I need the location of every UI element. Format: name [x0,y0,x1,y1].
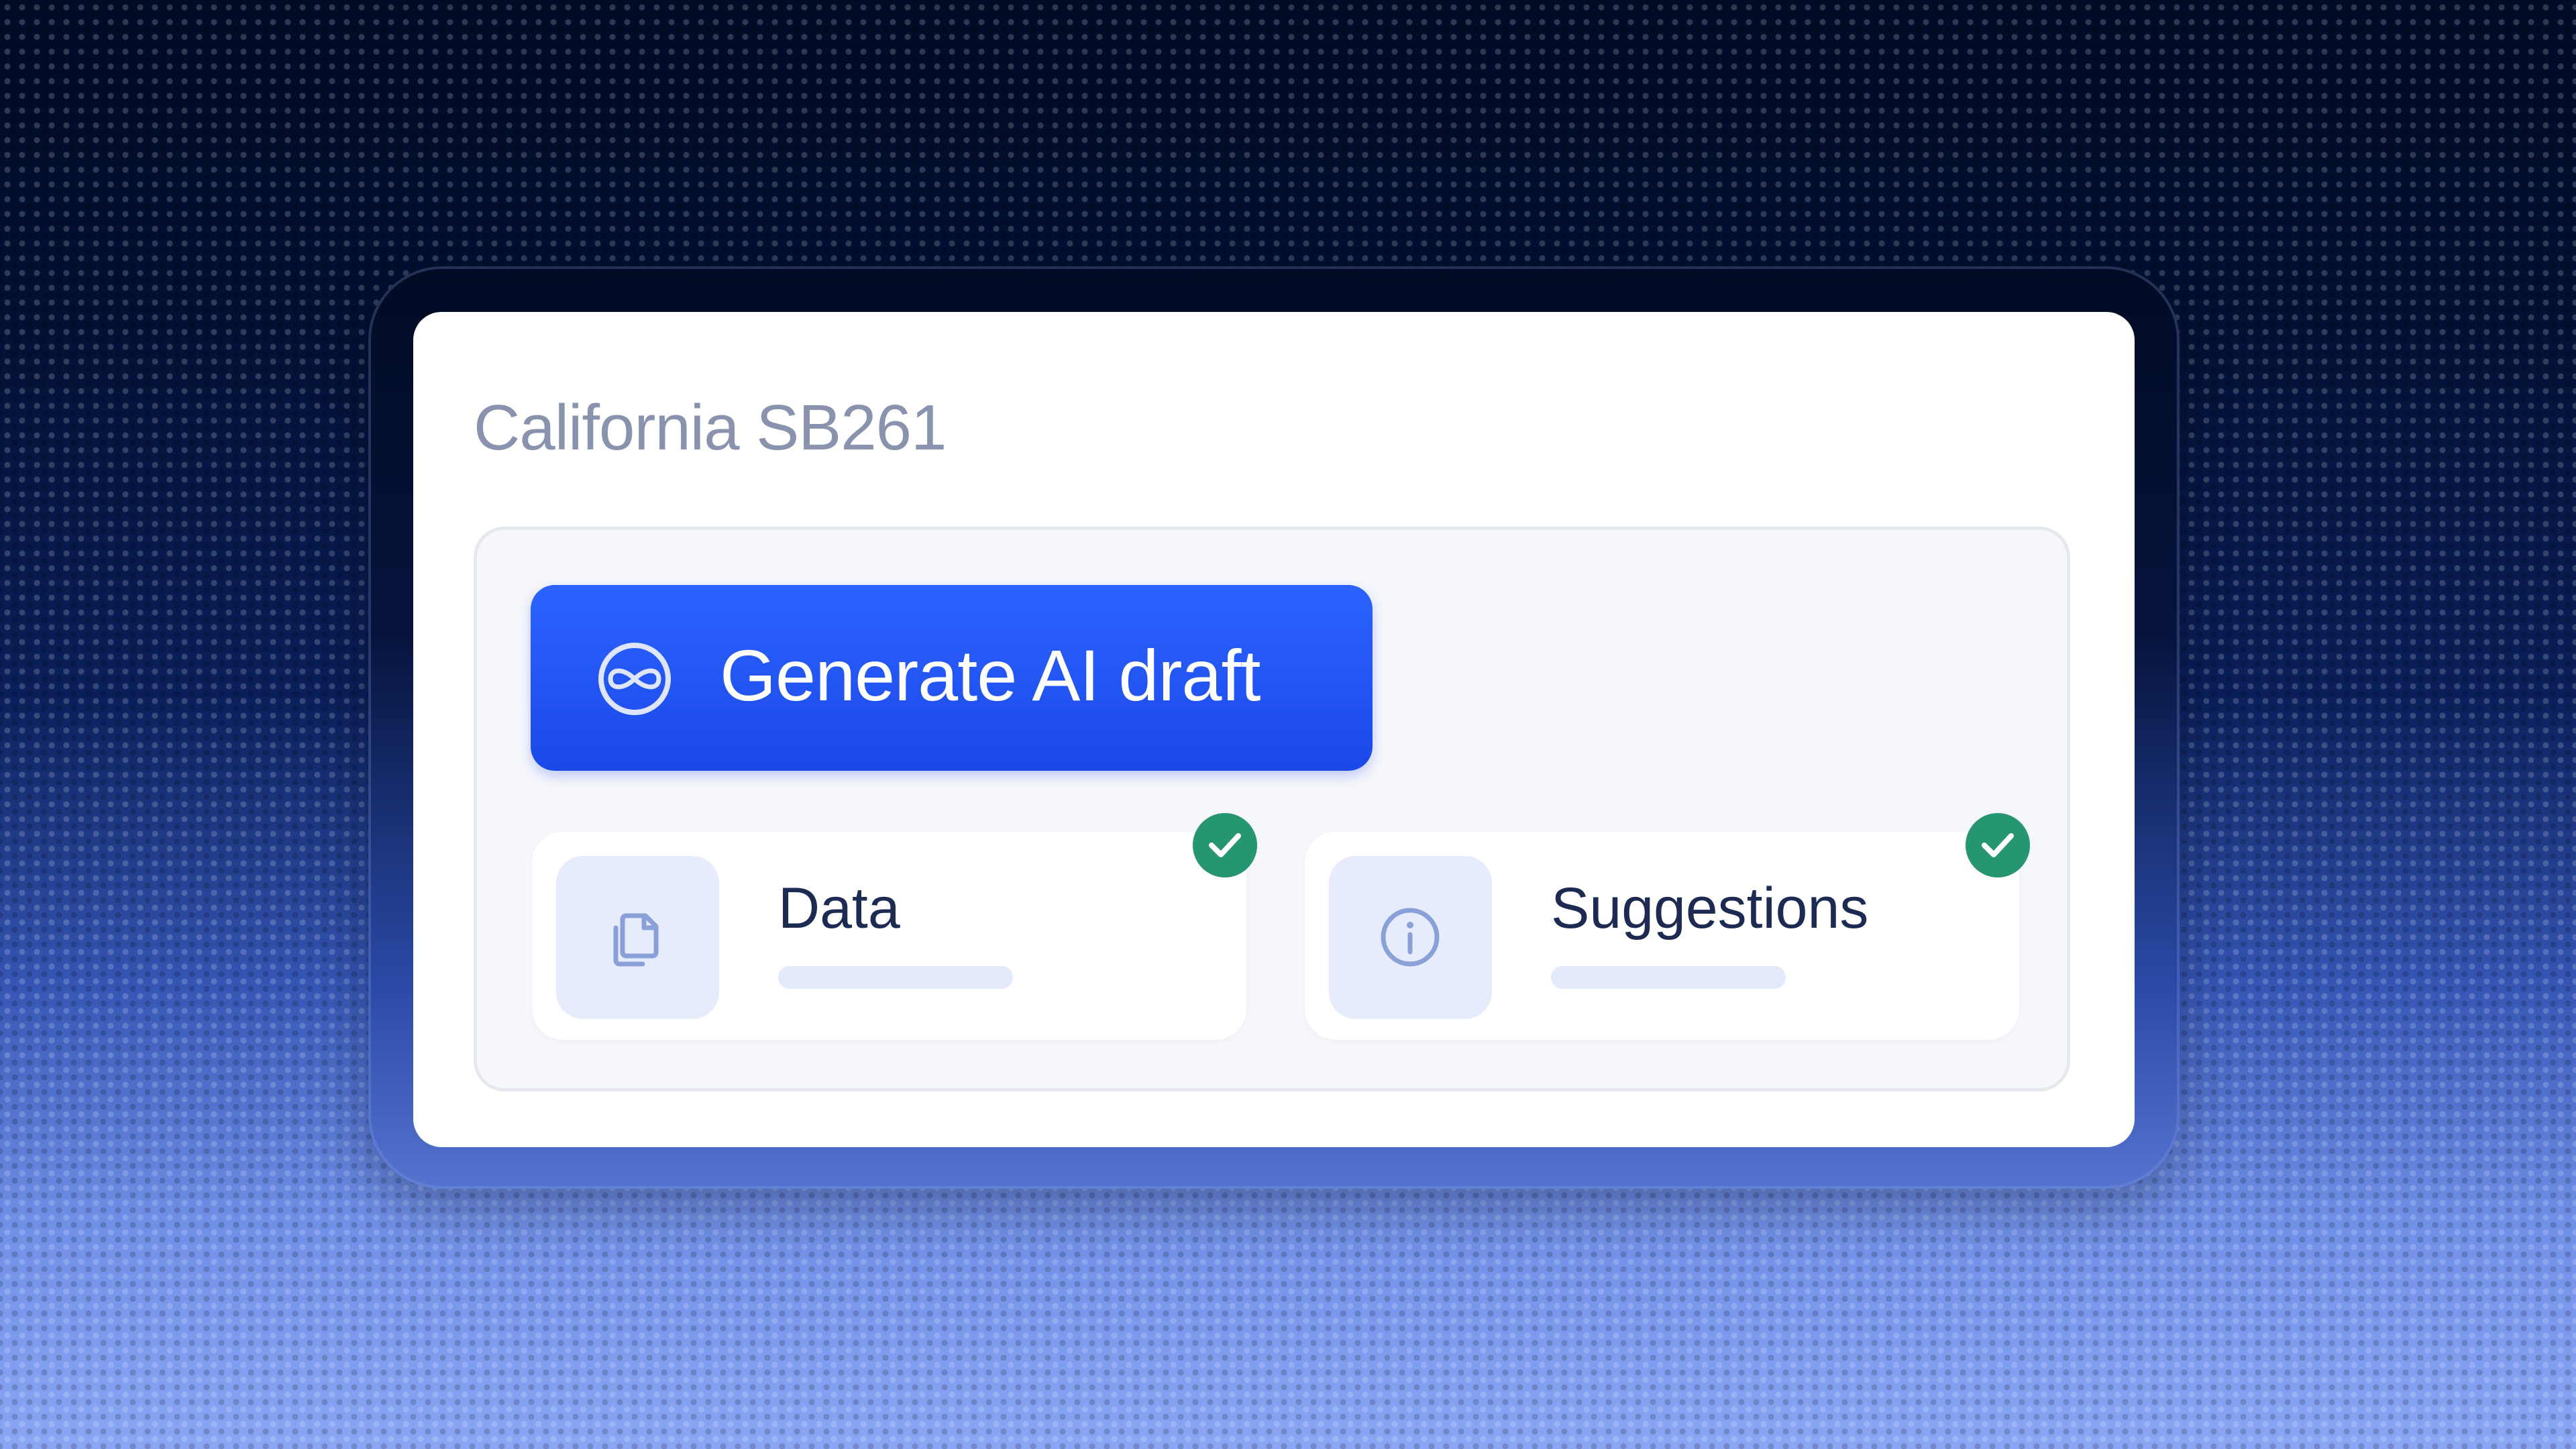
infinity-circle-icon [598,643,671,715]
generate-ai-draft-button[interactable]: Generate AI draft [531,585,1373,771]
panel-title: California SB261 [474,392,947,464]
check-icon [1209,833,1241,857]
data-progress-bar [778,966,1013,989]
generate-section: Generate AI draft Data Suggestions [474,527,2070,1091]
document-copy-icon [613,913,659,967]
check-icon [1982,833,2014,857]
data-status-badge [1193,813,1257,877]
suggestions-status-badge [1966,813,2030,877]
suggestions-progress-bar [1551,966,1786,989]
draft-panel: California SB261 Generate AI draft Data [413,312,2135,1147]
data-icon-tile [556,856,719,1019]
data-card-label: Data [778,876,900,941]
suggestions-card[interactable]: Suggestions [1305,813,2030,1040]
suggestions-card-label: Suggestions [1551,876,1869,941]
data-card[interactable]: Data [532,813,1257,1040]
info-icon [1381,908,1440,967]
generate-button-label: Generate AI draft [720,635,1260,716]
suggestions-icon-tile [1329,856,1492,1019]
